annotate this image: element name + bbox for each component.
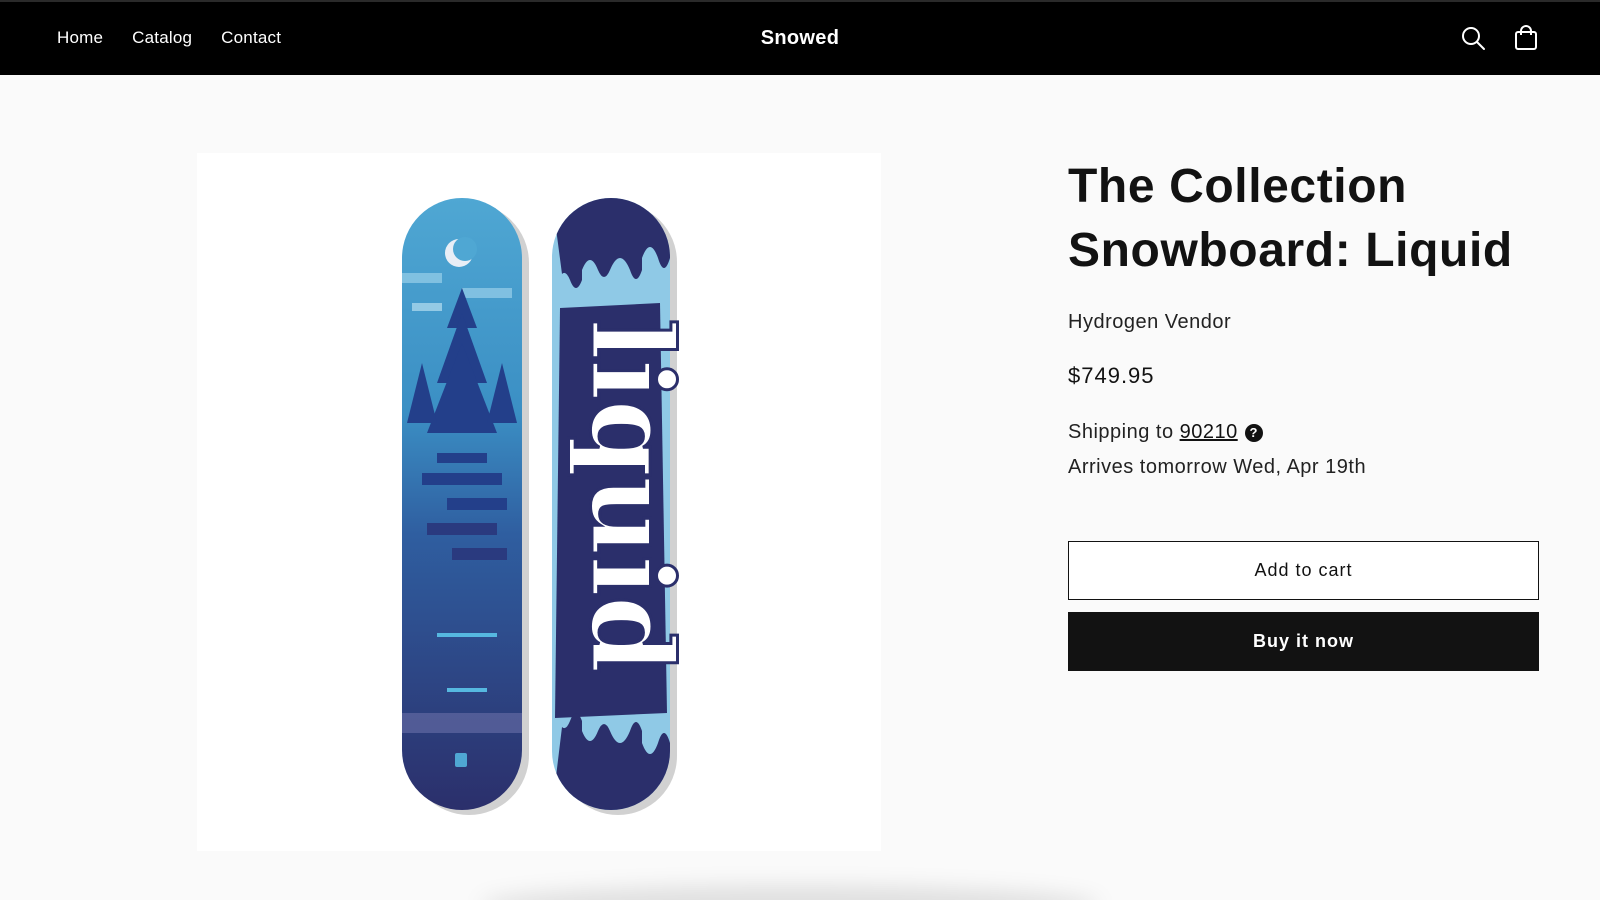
add-to-cart-button[interactable]: Add to cart: [1068, 541, 1539, 600]
search-icon[interactable]: [1459, 24, 1487, 52]
product-image[interactable]: liquid: [197, 153, 881, 851]
brand-logo[interactable]: Snowed: [0, 27, 1600, 50]
cart-icon[interactable]: [1512, 24, 1540, 52]
help-icon[interactable]: ?: [1244, 423, 1263, 442]
board-wordmark: liquid: [565, 318, 696, 672]
buy-now-button[interactable]: Buy it now: [1068, 612, 1539, 671]
shipping-info: Shipping to 90210 ?: [1068, 421, 1540, 444]
product-title-line2: Snowboard: Liquid: [1068, 224, 1513, 277]
product-vendor: Hydrogen Vendor: [1068, 311, 1232, 333]
snowboard-illustration: liquid: [402, 198, 698, 815]
product-info: The Collection Snowboard: Liquid Hydroge…: [1068, 155, 1540, 479]
shipping-label: Shipping to: [1068, 421, 1174, 443]
shipping-zip-link[interactable]: 90210: [1180, 421, 1238, 444]
bottom-shadow: [480, 885, 1100, 900]
site-header: Home Catalog Contact Snowed: [0, 0, 1600, 75]
product-price: $749.95: [1068, 363, 1155, 388]
product-title: The Collection Snowboard: Liquid: [1068, 155, 1540, 283]
delivery-estimate: Arrives tomorrow Wed, Apr 19th: [1068, 456, 1367, 478]
product-title-line1: The Collection: [1068, 160, 1408, 213]
